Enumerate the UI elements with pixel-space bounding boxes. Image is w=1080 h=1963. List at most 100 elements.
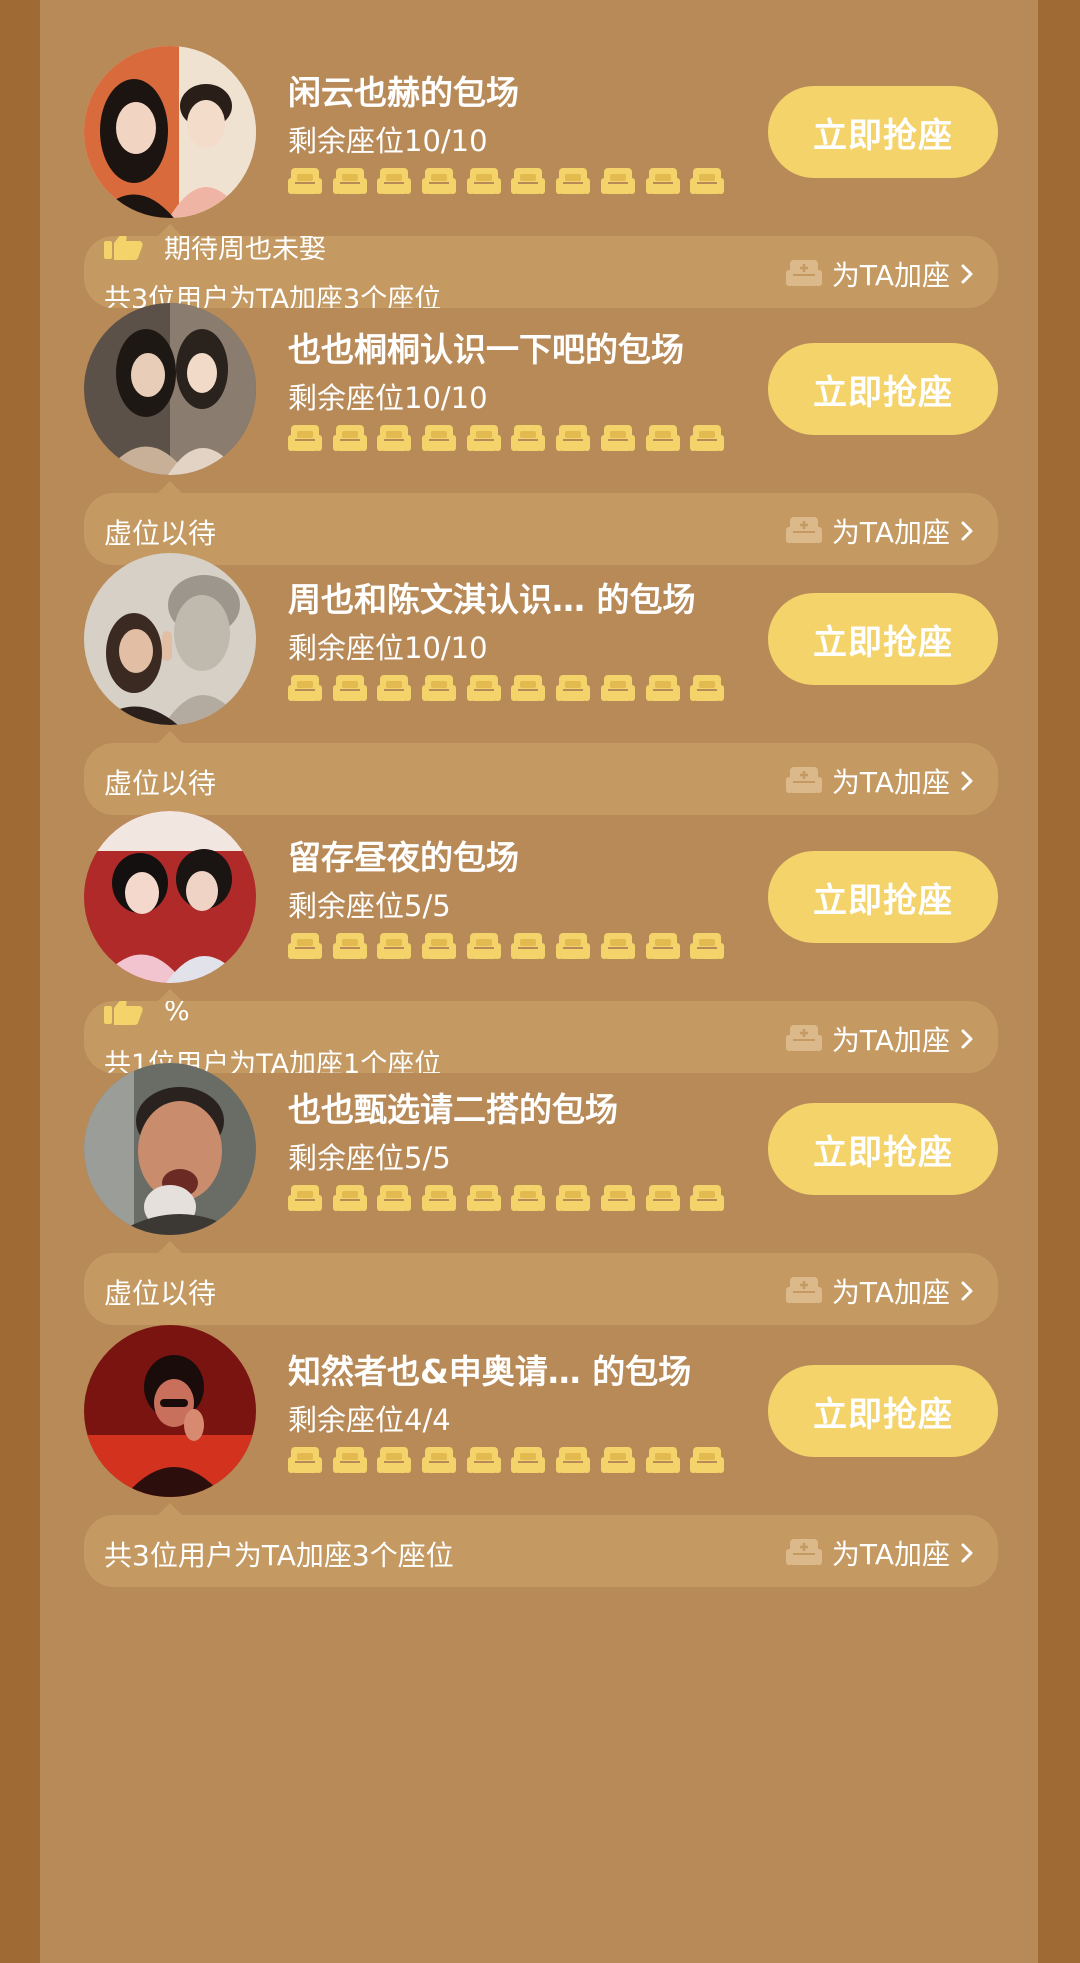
seat-icon	[690, 166, 725, 198]
seat-icon	[377, 1183, 412, 1215]
seat-plus-icon	[785, 1023, 822, 1055]
avatar[interactable]	[84, 303, 256, 475]
seat-icon	[466, 166, 501, 198]
grab-seat-button[interactable]: 立即抢座	[768, 1103, 998, 1195]
seat-icon	[600, 931, 635, 963]
grab-seat-button[interactable]: 立即抢座	[768, 1365, 998, 1457]
chevron-right-icon	[958, 1541, 976, 1565]
bubble-message: 共3位用户为TA加座3个座位	[104, 1539, 454, 1572]
seat-icon	[288, 673, 322, 705]
seat-row	[288, 1445, 735, 1477]
seat-icon	[511, 1183, 546, 1215]
add-seat-link[interactable]: 为TA加座	[785, 1271, 976, 1311]
grab-seat-button[interactable]: 立即抢座	[768, 86, 998, 178]
bubble-message: 虚位以待	[104, 767, 217, 800]
seat-plus-icon	[785, 1275, 822, 1307]
grab-seat-button[interactable]: 立即抢座	[768, 343, 998, 435]
add-seat-label: 为TA加座	[831, 1538, 950, 1571]
bubble-pointer	[158, 989, 182, 1001]
seat-row	[288, 423, 735, 455]
avatar[interactable]	[84, 46, 256, 218]
avatar[interactable]	[84, 811, 256, 983]
chevron-right-icon	[958, 1279, 976, 1303]
seat-icon	[466, 1183, 501, 1215]
seat-icon	[600, 1183, 635, 1215]
seat-icon	[288, 1183, 322, 1215]
seat-icon	[288, 423, 322, 455]
seat-icon	[288, 931, 322, 963]
add-seat-label: 为TA加座	[831, 516, 950, 549]
seat-icon	[600, 166, 635, 198]
seat-icon	[377, 673, 412, 705]
add-seat-link[interactable]: 为TA加座	[785, 511, 976, 551]
seat-icon	[422, 931, 457, 963]
remaining-seats-label: 剩余座位10/10	[288, 631, 488, 665]
seat-icon	[690, 673, 725, 705]
add-seat-link[interactable]: 为TA加座	[785, 761, 976, 801]
message-bubble: 期待周也未娶 共3位用户为TA加座3个座位 为TA加座	[84, 236, 998, 308]
seat-icon	[511, 166, 546, 198]
seat-icon	[600, 1445, 635, 1477]
seat-icon	[466, 931, 501, 963]
bubble-message: 虚位以待	[104, 1277, 217, 1310]
seat-plus-icon	[785, 258, 822, 290]
chevron-right-icon	[958, 262, 976, 286]
seat-icon	[332, 931, 367, 963]
add-seat-link[interactable]: 为TA加座	[785, 254, 976, 294]
avatar[interactable]	[84, 1325, 256, 1497]
thumbs-up-icon	[104, 1001, 144, 1026]
avatar[interactable]	[84, 1063, 256, 1235]
seat-icon	[377, 166, 412, 198]
card-title: 也也桐桐认识一下吧的包场	[288, 330, 684, 369]
seat-plus-icon	[785, 515, 822, 547]
seat-icon	[645, 931, 680, 963]
bubble-pointer	[158, 481, 182, 493]
seat-icon	[645, 673, 680, 705]
bubble-pointer	[158, 224, 182, 236]
seat-icon	[600, 673, 635, 705]
seat-icon	[600, 423, 635, 455]
seat-row	[288, 673, 735, 705]
seat-icon	[556, 166, 591, 198]
seat-icon	[377, 423, 412, 455]
seat-icon	[466, 1445, 501, 1477]
seat-icon	[645, 1445, 680, 1477]
chevron-right-icon	[958, 1027, 976, 1051]
card-title: 也也甄选请二搭的包场	[288, 1090, 618, 1129]
seat-icon	[511, 931, 546, 963]
grab-seat-button[interactable]: 立即抢座	[768, 593, 998, 685]
add-seat-link[interactable]: 为TA加座	[785, 1019, 976, 1059]
seat-icon	[556, 423, 591, 455]
card-title: 知然者也&申奥请… 的包场	[288, 1352, 692, 1391]
bubble-message: 虚位以待	[104, 517, 217, 550]
avatar[interactable]	[84, 553, 256, 725]
seat-plus-icon	[785, 765, 822, 797]
booking-card: 知然者也&申奥请… 的包场 剩余座位4/4 立即抢座 共3位用户为TA加座3个座…	[40, 1325, 1040, 1645]
message-bubble: 共3位用户为TA加座3个座位 为TA加座	[84, 1515, 998, 1587]
seat-icon	[556, 1445, 591, 1477]
remaining-seats-label: 剩余座位5/5	[288, 889, 451, 923]
thumbs-up-icon	[104, 236, 144, 261]
seat-icon	[690, 1183, 725, 1215]
seat-icon	[511, 673, 546, 705]
seat-icon	[690, 423, 725, 455]
seat-icon	[690, 1445, 725, 1477]
seat-icon	[422, 1183, 457, 1215]
seat-icon	[332, 166, 367, 198]
card-title: 闲云也赫的包场	[288, 73, 519, 112]
seat-icon	[288, 1445, 322, 1477]
seat-icon	[556, 673, 591, 705]
seat-icon	[422, 673, 457, 705]
seat-icon	[422, 423, 457, 455]
seat-icon	[645, 423, 680, 455]
seat-icon	[332, 673, 367, 705]
message-bubble: 虚位以待 为TA加座	[84, 1253, 998, 1325]
chevron-right-icon	[958, 519, 976, 543]
seat-icon	[466, 423, 501, 455]
add-seat-link[interactable]: 为TA加座	[785, 1533, 976, 1573]
chevron-right-icon	[958, 769, 976, 793]
grab-seat-button[interactable]: 立即抢座	[768, 851, 998, 943]
seat-row	[288, 1183, 735, 1215]
seat-row	[288, 166, 735, 198]
seat-icon	[466, 673, 501, 705]
